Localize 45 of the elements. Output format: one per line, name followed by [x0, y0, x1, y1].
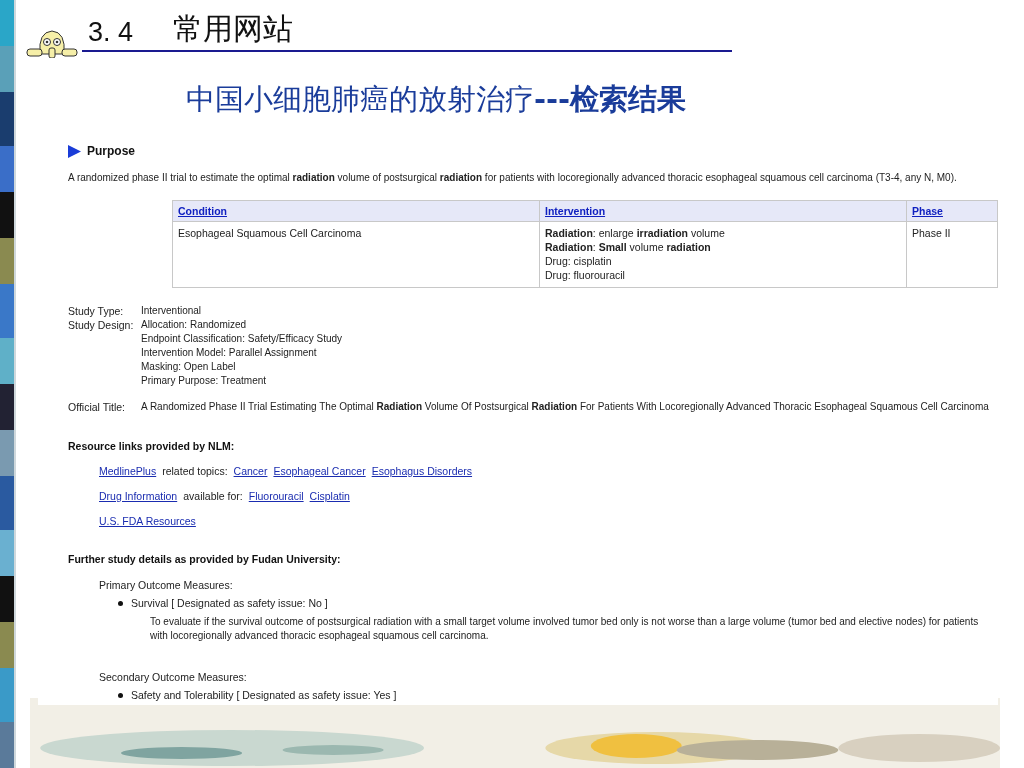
resource-link[interactable]: Cancer: [233, 465, 268, 477]
section-heading: Purpose: [87, 144, 135, 158]
field-value: Endpoint Classification: Safety/Efficacy Study: [141, 332, 343, 346]
link-caption: available for:: [183, 490, 243, 502]
field-value: Primary Purpose: Treatment: [141, 374, 268, 388]
link-caption: related topics:: [162, 465, 228, 477]
outcome-description: To evaluate if the survival outcome of postsurgical radiation with a small target volume involved tumor bed only is not worse than a large volume (tumor bed and elective nodes) for patients with locoregionally advanced thoracic esophageal squamous cell carcinoma.: [150, 615, 980, 643]
resource-link[interactable]: U.S. FDA Resources: [99, 515, 196, 527]
section-heading: Resource links provided by NLM:: [68, 440, 236, 452]
field-value: Allocation: Randomized: [141, 318, 248, 332]
section-title: 常用网站: [173, 10, 294, 48]
outcome-label: Primary Outcome Measures:: [99, 579, 234, 591]
triangle-icon: [68, 144, 81, 158]
outcome-title: Safety and Tolerability [ Designated as safety issue: Yes ]: [131, 689, 397, 701]
resource-link[interactable]: Drug Information: [99, 490, 178, 502]
field-label: Study Type:: [68, 304, 125, 318]
field-value: Intervention Model: Parallel Assignment: [141, 346, 318, 360]
outcome-title: Survival [ Designated as safety issue: No ]: [131, 597, 328, 609]
resource-link[interactable]: Cisplatin: [309, 490, 350, 502]
section-number: 3. 4: [88, 17, 134, 48]
bullet-icon: [118, 692, 123, 698]
outcome-label: Secondary Outcome Measures:: [99, 671, 248, 683]
column-header-link[interactable]: Phase: [912, 205, 943, 217]
resource-link[interactable]: Fluorouracil: [248, 490, 304, 502]
table-cell-text: Radiation: Small volume radiation: [545, 240, 712, 254]
column-header-link[interactable]: Intervention: [545, 205, 606, 217]
resource-link[interactable]: Esophageal Cancer: [273, 465, 366, 477]
table-cell-text: Drug: cisplatin: [545, 254, 613, 268]
table-cell-text: Phase II: [912, 226, 952, 240]
field-value: Masking: Open Label: [141, 360, 237, 374]
mascot-icon: [26, 28, 78, 58]
field-value: A Randomized Phase II Trial Estimating The Optimal Radiation Volume Of Postsurgical Radiation For Patients With Locoregionally Advanced Thoracic Esophageal Squamous Cell Carcinoma: [141, 400, 989, 414]
table-cell-text: Radiation: enlarge irradiation volume: [545, 226, 726, 240]
table-cell-text: Esophageal Squamous Cell Carcinoma: [178, 226, 363, 240]
section-heading: Further study details as provided by Fudan University:: [68, 553, 342, 565]
resource-link[interactable]: MedlinePlus: [99, 465, 157, 477]
resource-link[interactable]: Esophagus Disorders: [371, 465, 473, 477]
field-value: Interventional: [141, 304, 202, 318]
field-label: Study Design:: [68, 318, 135, 333]
field-label: Official Title:: [68, 400, 126, 414]
column-header-link[interactable]: Condition: [178, 205, 227, 217]
slide-heading: 中国小细胞肺癌的放射治疗---检索结果: [186, 81, 688, 118]
table-cell-text: Drug: fluorouracil: [545, 268, 626, 282]
purpose-text: A randomized phase II trial to estimate the optimal radiation volume of postsurgical radiation for patients with locoregionally advanced thoracic esophageal squamous cell carcinoma (T3-4, any N, M0).: [68, 172, 958, 183]
bullet-icon: [118, 600, 123, 606]
